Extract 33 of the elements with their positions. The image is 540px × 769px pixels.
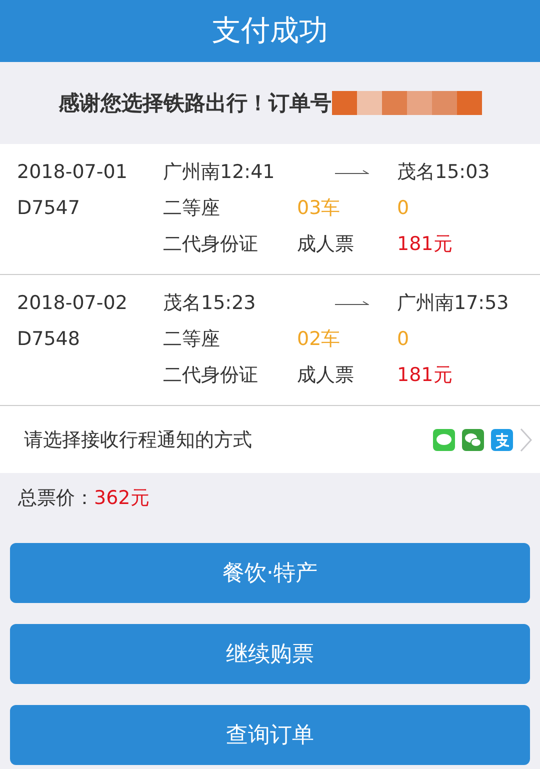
- departure: 广州南12:41: [163, 160, 275, 185]
- message-icon: [433, 428, 455, 450]
- car-number: 03车: [297, 196, 340, 221]
- trip-date: 2018-07-02: [17, 291, 128, 316]
- arrival: 广州南17:53: [397, 291, 509, 316]
- departure: 茂名15:23: [163, 291, 256, 316]
- arrival: 茂名15:03: [397, 160, 490, 185]
- train-number: D7547: [17, 196, 80, 221]
- seat-number: 0: [397, 327, 410, 352]
- train-number: D7548: [17, 327, 80, 352]
- seat-class: 二等座: [163, 327, 220, 352]
- trip-date: 2018-07-01: [17, 160, 128, 185]
- ticket-price: 181元: [397, 232, 452, 257]
- action-button[interactable]: 餐饮·特产: [10, 543, 530, 603]
- pay-icon: [491, 428, 513, 450]
- total-amount: 362元: [94, 486, 150, 511]
- chat-bubbles-icon: [462, 428, 484, 450]
- ticket-type: 成人票: [297, 363, 354, 388]
- id-type: 二代身份证: [163, 363, 258, 388]
- page-title: 支付成功: [212, 12, 328, 49]
- chevron-icon: [520, 428, 532, 452]
- ticket-type: 成人票: [297, 232, 354, 257]
- notify-label: 请选择接收行程通知的方式: [24, 428, 252, 452]
- seat-class: 二等座: [163, 196, 220, 221]
- thanks-message: 感谢您选择铁路出行！订单号: [58, 90, 332, 117]
- ticket-price: 181元: [397, 363, 452, 388]
- car-number: 02车: [297, 327, 340, 352]
- notify-row[interactable]: 请选择接收行程通知的方式: [0, 406, 540, 473]
- action-button[interactable]: 查询订单: [10, 705, 530, 765]
- total-label: 总票价：: [18, 486, 94, 511]
- id-type: 二代身份证: [163, 232, 258, 257]
- action-button[interactable]: 继续购票: [10, 624, 530, 684]
- seat-number: 0: [397, 196, 410, 221]
